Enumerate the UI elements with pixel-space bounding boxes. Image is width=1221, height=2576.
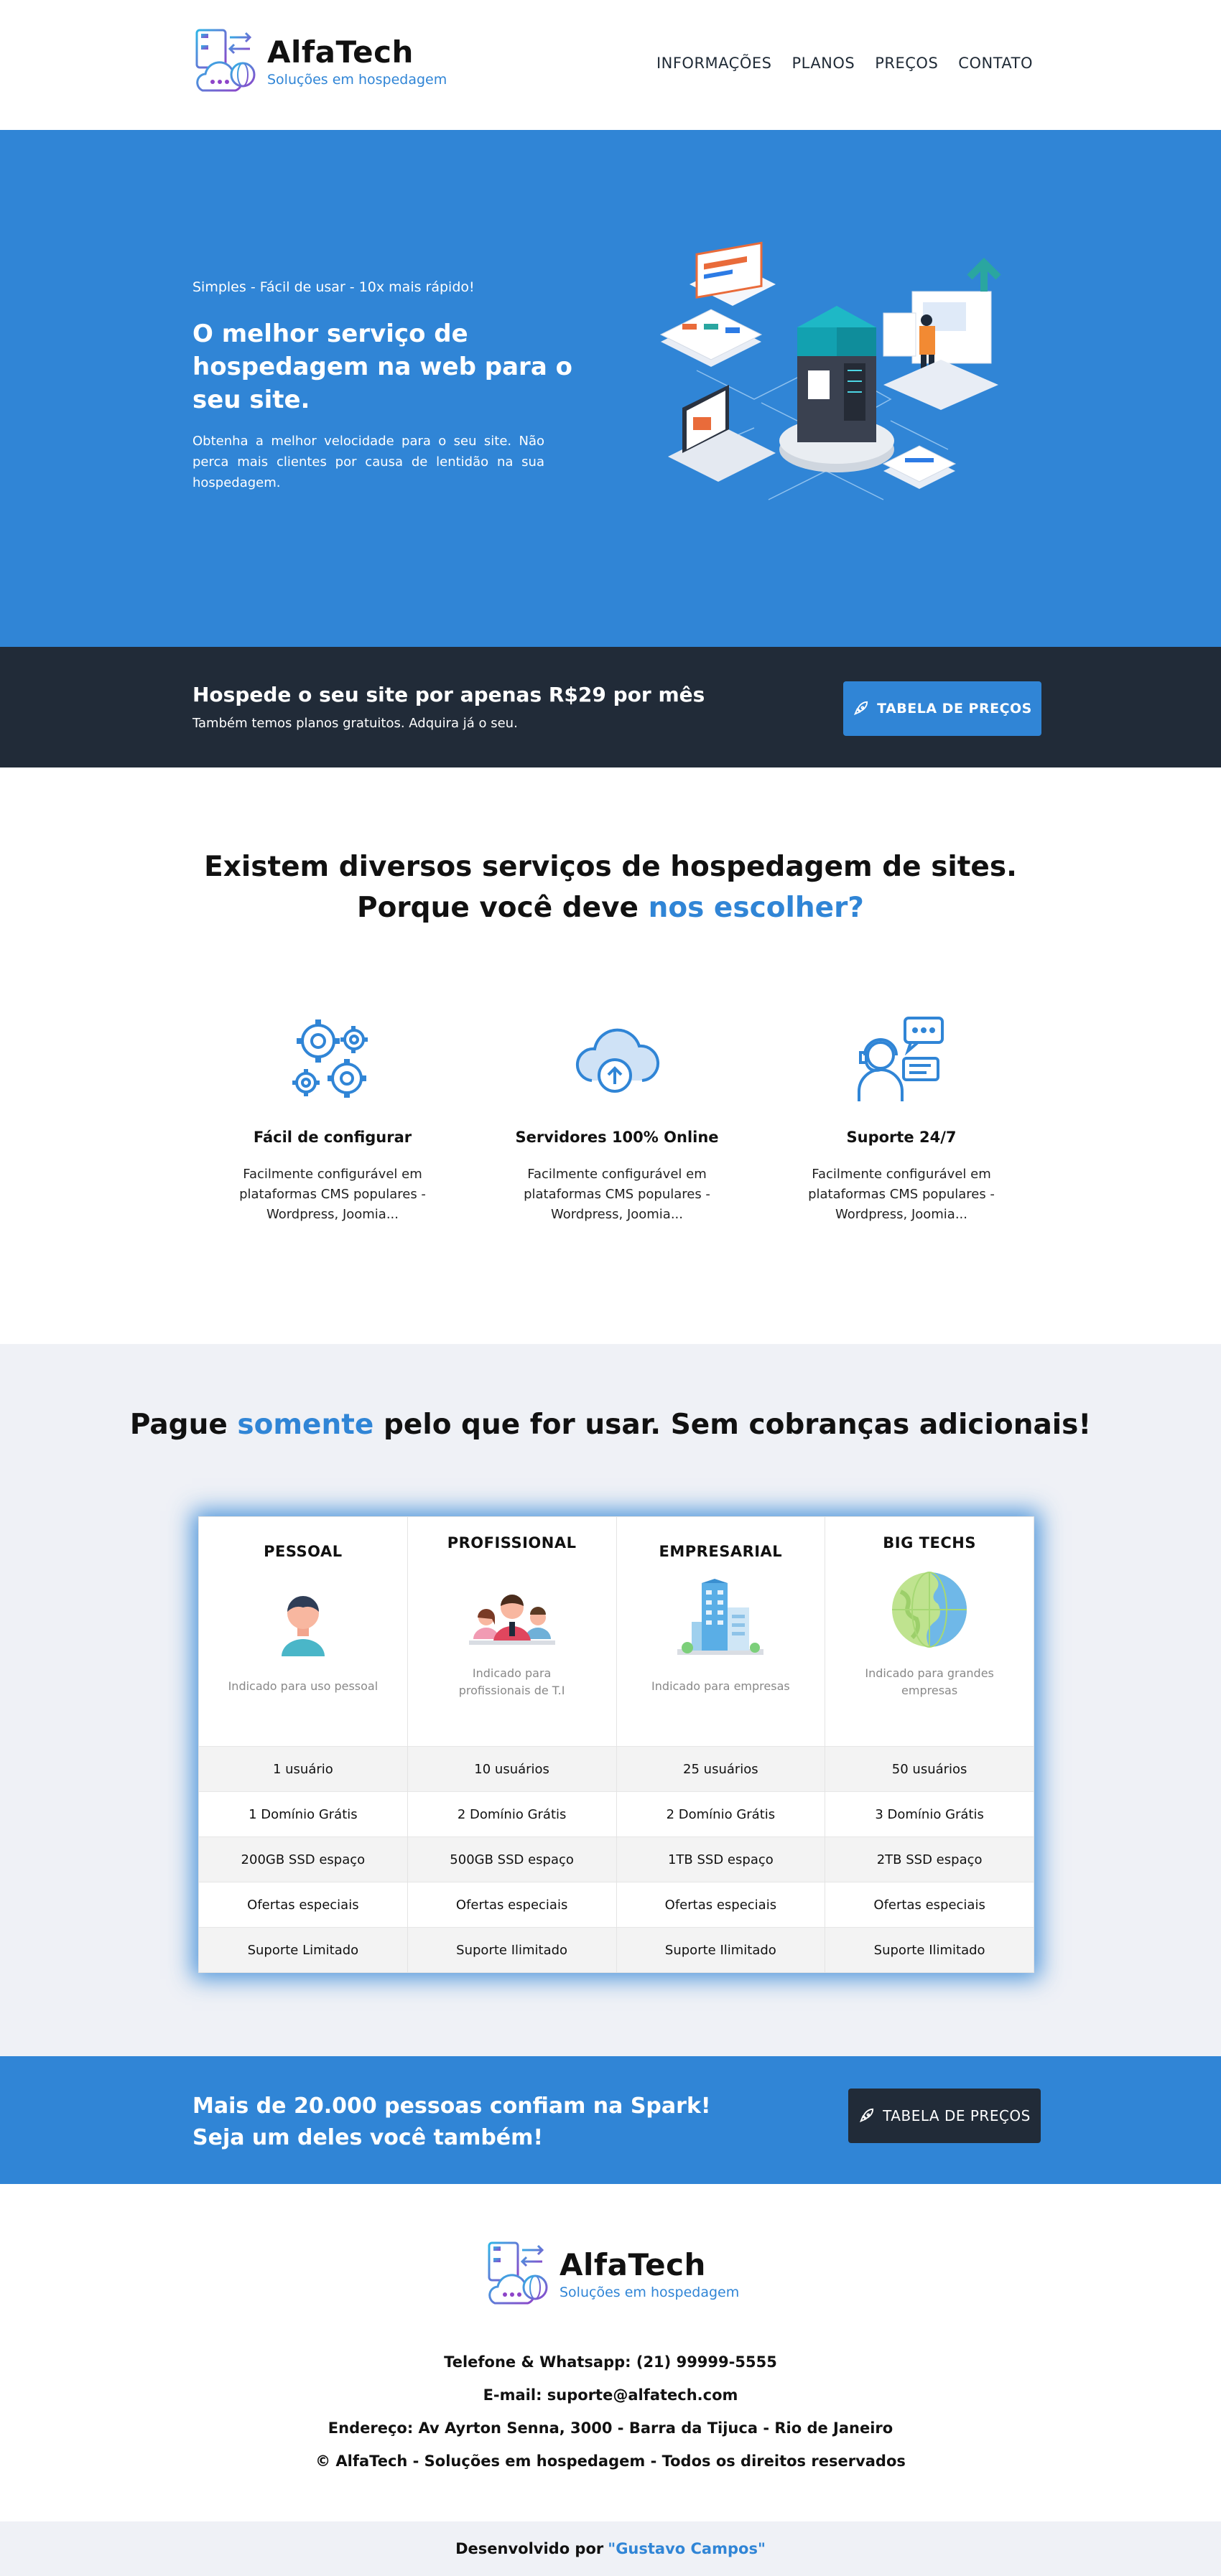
plans-table: PESSOAL Indicado para uso pessoal 1 usuá…: [198, 1516, 1034, 1973]
feature-title: Servidores 100% Online: [515, 1129, 719, 1146]
footer-copyright: © AlfaTech - Soluções em hospedagem - To…: [315, 2453, 906, 2470]
plan-description: Indicado para empresas: [651, 1679, 790, 1693]
feature-description: Facilmente configurável em plataformas C…: [524, 1167, 710, 1222]
plan-feature: Ofertas especiais: [616, 1882, 825, 1927]
developer-credit-prefix: Desenvolvido por: [455, 2540, 604, 2557]
cta-pricing-button-label: TABELA DE PREÇOS: [883, 2107, 1031, 2124]
plan-feature: 1TB SSD espaço: [616, 1837, 825, 1882]
price-bar-title: Hospede o seu site por apenas R$29 por m…: [192, 683, 705, 706]
support-agent-icon: [858, 1017, 944, 1101]
plan-name: EMPRESARIAL: [659, 1543, 783, 1560]
plan-description: Indicado para profissionais de T.I: [458, 1666, 565, 1697]
plan-feature: 10 usuários: [407, 1746, 616, 1792]
plans-heading-highlight: somente: [237, 1409, 374, 1441]
feature-title: Suporte 24/7: [846, 1129, 957, 1146]
footer-brand-name: AlfaTech: [560, 2246, 706, 2282]
plan-column-empresarial[interactable]: EMPRESARIAL Indicado para empresas 25 us…: [616, 1517, 826, 1973]
plan-name: PESSOAL: [264, 1543, 343, 1560]
globe-icon: [892, 1572, 967, 1648]
person-avatar-icon: [281, 1596, 325, 1656]
hero-description: Obtenha a melhor velocidade para o seu s…: [192, 434, 544, 490]
feature-description: Facilmente configurável em plataformas C…: [239, 1167, 426, 1222]
hosting-illustration-icon: [659, 241, 1001, 500]
nav-link-informacoes[interactable]: INFORMAÇÕES: [656, 55, 772, 72]
developer-credit-bar: Desenvolvido por "Gustavo Campos": [0, 2521, 1221, 2576]
plan-column-pessoal[interactable]: PESSOAL Indicado para uso pessoal 1 usuá…: [199, 1517, 408, 1973]
plan-feature: Ofertas especiais: [199, 1882, 407, 1927]
plan-feature: 1 Domínio Grátis: [199, 1791, 407, 1837]
footer-address: Endereço: Av Ayrton Senna, 3000 - Barra …: [328, 2419, 893, 2437]
cta-line2: Seja um deles você também!: [192, 2124, 544, 2150]
plan-feature: Suporte Ilimitado: [407, 1927, 616, 1973]
cloud-upload-icon: [575, 1028, 660, 1093]
feature-title: Fácil de configurar: [253, 1129, 412, 1146]
feature-card-servers-online: Servidores 100% Online Facilmente config…: [509, 1012, 725, 1225]
gears-icon: [292, 1019, 368, 1098]
brand-name: AlfaTech: [267, 34, 414, 70]
rocket-icon: [860, 2108, 874, 2123]
footer-phone: Telefone & Whatsapp: (21) 99999-5555: [444, 2353, 777, 2371]
plans-heading-prefix: Pague: [129, 1409, 238, 1441]
plan-feature: 2 Domínio Grátis: [616, 1791, 825, 1837]
team-icon: [468, 1595, 555, 1645]
main-nav: INFORMAÇÕES PLANOS PREÇOS CONTATO: [656, 55, 1033, 72]
plans-heading: Pague somente pelo que for usar. Sem cob…: [0, 1409, 1221, 1441]
pricing-table-button[interactable]: TABELA DE PREÇOS: [843, 681, 1041, 736]
feature-card-support: Suporte 24/7 Facilmente configurável em …: [794, 1012, 1009, 1225]
plan-feature: 2 Domínio Grátis: [407, 1791, 616, 1837]
plan-feature: 1 usuário: [199, 1746, 407, 1792]
why-us-line2-prefix: Porque você deve: [357, 891, 649, 924]
why-us-line1: Existem diversos serviços de hospedagem …: [204, 851, 1017, 883]
brand-logo[interactable]: AlfaTech Soluções em hospedagem: [192, 27, 447, 96]
plan-feature: 200GB SSD espaço: [199, 1837, 407, 1882]
plan-column-profissional[interactable]: PROFISSIONAL Indicado para profissionais…: [407, 1517, 617, 1973]
nav-link-planos[interactable]: PLANOS: [791, 55, 855, 72]
plan-feature: Suporte Limitado: [199, 1927, 407, 1973]
nav-link-precos[interactable]: PREÇOS: [875, 55, 938, 72]
rocket-icon: [854, 701, 868, 716]
plan-feature: Suporte Ilimitado: [616, 1927, 825, 1973]
plan-description: Indicado para uso pessoal: [228, 1679, 379, 1693]
plan-column-big-techs[interactable]: BIG TECHS Indicado para grandes empresas…: [825, 1517, 1034, 1973]
price-bar-subtitle: Também temos planos gratuitos. Adquira j…: [192, 716, 518, 731]
cta-text: Mais de 20.000 pessoas confiam na Spark!…: [192, 2091, 711, 2153]
why-us-highlight: nos escolher?: [648, 891, 864, 924]
plan-name: PROFISSIONAL: [447, 1534, 577, 1551]
server-cloud-logo-icon: [488, 2241, 548, 2305]
brand-tagline: Soluções em hospedagem: [267, 72, 447, 88]
hero-title: O melhor serviço de hospedagem na web pa…: [192, 319, 572, 414]
cta-banner: Mais de 20.000 pessoas confiam na Spark!…: [0, 2056, 1221, 2184]
cta-pricing-button[interactable]: TABELA DE PREÇOS: [848, 2089, 1041, 2143]
cta-line1: Mais de 20.000 pessoas confiam na Spark!: [192, 2094, 711, 2119]
plan-feature: Ofertas especiais: [407, 1882, 616, 1927]
feature-description: Facilmente configurável em plataformas C…: [808, 1167, 995, 1222]
plan-feature: 3 Domínio Grátis: [825, 1791, 1034, 1837]
plan-description: Indicado para grandes empresas: [865, 1666, 994, 1697]
feature-card-easy-setup: Fácil de configurar Facilmente configurá…: [225, 1012, 440, 1225]
footer-logo[interactable]: AlfaTech Soluções em hospedagem: [485, 2240, 739, 2309]
pricing-table-button-label: TABELA DE PREÇOS: [877, 701, 1032, 717]
plan-feature: Ofertas especiais: [825, 1882, 1034, 1927]
why-us-heading: Existem diversos serviços de hospedagem …: [0, 847, 1221, 928]
footer-brand-tagline: Soluções em hospedagem: [560, 2285, 740, 2301]
hero-section: Simples - Fácil de usar - 10x mais rápid…: [0, 130, 1221, 647]
plan-name: BIG TECHS: [883, 1534, 976, 1551]
price-bar: Hospede o seu site por apenas R$29 por m…: [0, 647, 1221, 767]
plan-feature: 500GB SSD espaço: [407, 1837, 616, 1882]
site-header: AlfaTech Soluções em hospedagem INFORMAÇ…: [0, 0, 1221, 130]
footer-email: E-mail: suporte@alfatech.com: [483, 2386, 738, 2404]
building-icon: [677, 1579, 764, 1655]
plan-feature: 25 usuários: [616, 1746, 825, 1792]
plan-feature: 50 usuários: [825, 1746, 1034, 1792]
plan-feature: Suporte Ilimitado: [825, 1927, 1034, 1973]
hero-tagline: Simples - Fácil de usar - 10x mais rápid…: [192, 279, 475, 295]
developer-credit-link[interactable]: "Gustavo Campos": [608, 2540, 766, 2557]
server-cloud-logo-icon: [195, 29, 256, 92]
plans-heading-suffix: pelo que for usar. Sem cobranças adicion…: [373, 1409, 1092, 1441]
plan-feature: 2TB SSD espaço: [825, 1837, 1034, 1882]
nav-link-contato[interactable]: CONTATO: [958, 55, 1033, 72]
